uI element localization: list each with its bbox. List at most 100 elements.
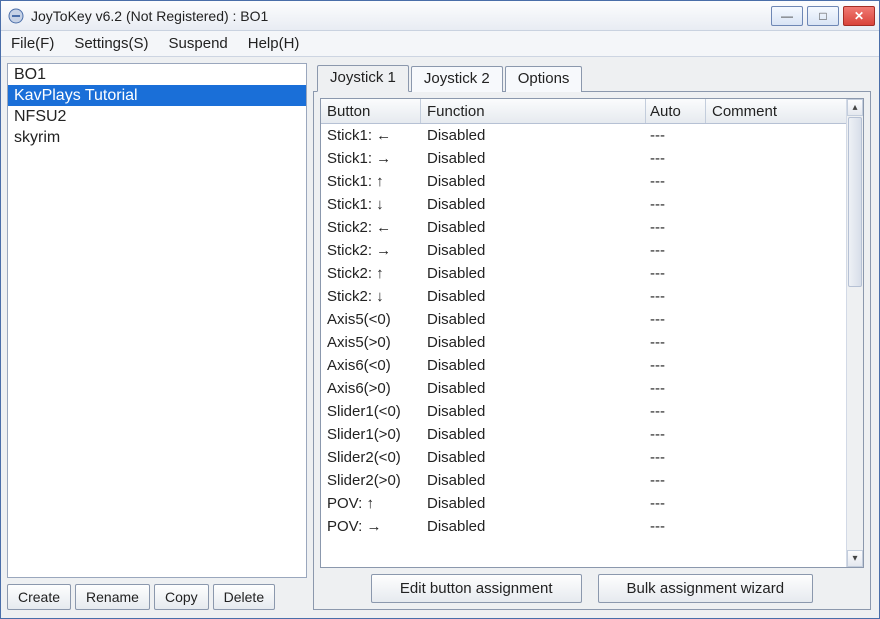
copy-button[interactable]: Copy	[154, 584, 209, 610]
cell-comment	[706, 400, 846, 423]
cell-button: Stick2: →	[321, 239, 421, 262]
table-row[interactable]: Stick1: ←Disabled---	[321, 124, 846, 147]
cell-comment	[706, 469, 846, 492]
table-row[interactable]: Stick1: ↑Disabled---	[321, 170, 846, 193]
cell-comment	[706, 515, 846, 538]
table-row[interactable]: Axis5(<0)Disabled---	[321, 308, 846, 331]
cell-button: Stick1: ←	[321, 124, 421, 147]
cell-auto: ---	[646, 308, 706, 331]
create-button[interactable]: Create	[7, 584, 71, 610]
cell-button: Axis6(<0)	[321, 354, 421, 377]
tabs: Joystick 1 Joystick 2 Options	[313, 63, 871, 91]
cell-function: Disabled	[421, 400, 646, 423]
tab-joystick-2[interactable]: Joystick 2	[411, 66, 503, 92]
profile-row[interactable]: BO1	[8, 64, 306, 85]
window-title: JoyToKey v6.2 (Not Registered) : BO1	[31, 8, 771, 24]
cell-button: Slider1(<0)	[321, 400, 421, 423]
titlebar: JoyToKey v6.2 (Not Registered) : BO1 — □…	[1, 1, 879, 31]
cell-auto: ---	[646, 492, 706, 515]
cell-button: Slider2(>0)	[321, 469, 421, 492]
cell-comment	[706, 262, 846, 285]
table-row[interactable]: Stick2: ↓Disabled---	[321, 285, 846, 308]
cell-button: Slider2(<0)	[321, 446, 421, 469]
cell-auto: ---	[646, 354, 706, 377]
cell-button: Stick1: →	[321, 147, 421, 170]
window-controls: — □ ✕	[771, 6, 875, 26]
cell-button: Stick2: ←	[321, 216, 421, 239]
minimize-button[interactable]: —	[771, 6, 803, 26]
delete-button[interactable]: Delete	[213, 584, 275, 610]
bulk-wizard-button[interactable]: Bulk assignment wizard	[598, 574, 814, 603]
client-area: BO1KavPlays TutorialNFSU2skyrim Create R…	[1, 57, 879, 618]
col-header-function[interactable]: Function	[421, 99, 646, 123]
table-row[interactable]: POV: ↑Disabled---	[321, 492, 846, 515]
cell-comment	[706, 377, 846, 400]
table-row[interactable]: Slider1(<0)Disabled---	[321, 400, 846, 423]
menu-help[interactable]: Help(H)	[244, 33, 304, 54]
col-header-button[interactable]: Button	[321, 99, 421, 123]
app-window: JoyToKey v6.2 (Not Registered) : BO1 — □…	[0, 0, 880, 619]
edit-assignment-button[interactable]: Edit button assignment	[371, 574, 582, 603]
scroll-down-icon[interactable]: ▾	[847, 550, 863, 567]
table-row[interactable]: Stick1: →Disabled---	[321, 147, 846, 170]
tab-joystick-1[interactable]: Joystick 1	[317, 65, 409, 92]
cell-auto: ---	[646, 147, 706, 170]
table-row[interactable]: Slider1(>0)Disabled---	[321, 423, 846, 446]
cell-comment	[706, 423, 846, 446]
cell-function: Disabled	[421, 239, 646, 262]
table-row[interactable]: Stick1: ↓Disabled---	[321, 193, 846, 216]
table-row[interactable]: Stick2: ←Disabled---	[321, 216, 846, 239]
cell-comment	[706, 170, 846, 193]
menu-file[interactable]: File(F)	[7, 33, 58, 54]
cell-auto: ---	[646, 262, 706, 285]
col-header-auto[interactable]: Auto	[646, 99, 706, 123]
table-row[interactable]: Axis5(>0)Disabled---	[321, 331, 846, 354]
cell-auto: ---	[646, 170, 706, 193]
close-button[interactable]: ✕	[843, 6, 875, 26]
profile-row[interactable]: NFSU2	[8, 106, 306, 127]
cell-function: Disabled	[421, 262, 646, 285]
cell-comment	[706, 239, 846, 262]
cell-function: Disabled	[421, 354, 646, 377]
cell-function: Disabled	[421, 147, 646, 170]
cell-auto: ---	[646, 216, 706, 239]
cell-auto: ---	[646, 469, 706, 492]
cell-function: Disabled	[421, 469, 646, 492]
cell-auto: ---	[646, 193, 706, 216]
scroll-thumb[interactable]	[848, 117, 862, 287]
menu-suspend[interactable]: Suspend	[165, 33, 232, 54]
table-row[interactable]: POV: →Disabled---	[321, 515, 846, 538]
table-row[interactable]: Stick2: →Disabled---	[321, 239, 846, 262]
cell-comment	[706, 285, 846, 308]
col-header-comment[interactable]: Comment	[706, 99, 846, 123]
table-row[interactable]: Slider2(>0)Disabled---	[321, 469, 846, 492]
cell-auto: ---	[646, 124, 706, 147]
rename-button[interactable]: Rename	[75, 584, 150, 610]
cell-comment	[706, 308, 846, 331]
menu-settings[interactable]: Settings(S)	[70, 33, 152, 54]
maximize-button[interactable]: □	[807, 6, 839, 26]
table-row[interactable]: Stick2: ↑Disabled---	[321, 262, 846, 285]
cell-function: Disabled	[421, 308, 646, 331]
table-row[interactable]: Slider2(<0)Disabled---	[321, 446, 846, 469]
tab-options[interactable]: Options	[505, 66, 583, 92]
cell-auto: ---	[646, 377, 706, 400]
cell-button: Stick2: ↓	[321, 285, 421, 308]
profile-row[interactable]: skyrim	[8, 127, 306, 148]
cell-comment	[706, 446, 846, 469]
grid-header: Button Function Auto Comment	[321, 99, 846, 124]
cell-button: POV: →	[321, 515, 421, 538]
cell-comment	[706, 147, 846, 170]
grid-body[interactable]: Stick1: ←Disabled---Stick1: →Disabled---…	[321, 124, 846, 567]
scroll-up-icon[interactable]: ▴	[847, 99, 863, 116]
vertical-scrollbar[interactable]: ▴ ▾	[846, 99, 863, 567]
cell-auto: ---	[646, 285, 706, 308]
profile-row[interactable]: KavPlays Tutorial	[8, 85, 306, 106]
profile-list[interactable]: BO1KavPlays TutorialNFSU2skyrim	[7, 63, 307, 578]
cell-function: Disabled	[421, 492, 646, 515]
cell-function: Disabled	[421, 285, 646, 308]
cell-auto: ---	[646, 239, 706, 262]
table-row[interactable]: Axis6(>0)Disabled---	[321, 377, 846, 400]
cell-button: Stick2: ↑	[321, 262, 421, 285]
table-row[interactable]: Axis6(<0)Disabled---	[321, 354, 846, 377]
